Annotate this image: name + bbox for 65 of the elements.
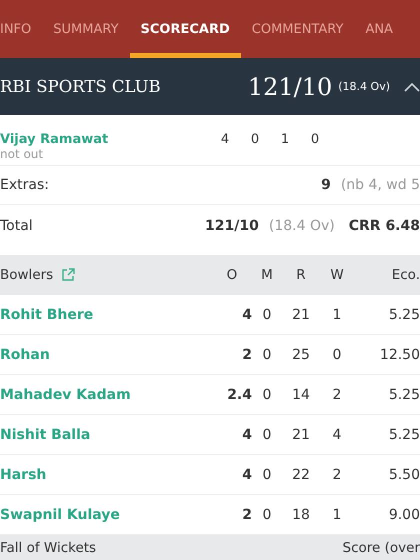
bowler-stat: 4 [241, 466, 252, 482]
bowler-name[interactable]: Rohan [0, 346, 212, 362]
bowler-name[interactable]: Harsh [0, 466, 212, 482]
column-header: Eco. [390, 267, 420, 283]
bowler-stat: 2 [332, 466, 342, 482]
bowler-stat: 0 [262, 466, 272, 482]
bowler-stat: 0 [262, 426, 272, 442]
total-overs: (18.4 Ov) [268, 218, 335, 234]
bowler-stat: 5.50 [388, 466, 420, 482]
bowler-name[interactable]: Nishit Balla [0, 426, 212, 442]
tab[interactable]: SUMMARY [42, 0, 130, 58]
batsman-stat: 1 [280, 132, 290, 147]
bowler-stat: 4 [332, 426, 342, 442]
bowler-stat: 4 [241, 426, 252, 442]
bowler-stat: 21 [291, 306, 311, 322]
total-label: Total [0, 218, 34, 234]
extras-label: Extras: [0, 177, 50, 193]
tab[interactable]: INFO [0, 0, 42, 58]
bowler-name[interactable]: Mahadev Kadam [0, 386, 212, 402]
bowler-stat: 1 [332, 506, 342, 522]
batsman-stat: 4 [220, 132, 230, 147]
batsman-stat: 0 [310, 132, 320, 147]
column-header: O [226, 267, 238, 283]
bowler-name[interactable]: Swapnil Kulaye [0, 506, 212, 522]
column-header: Score (over [342, 540, 420, 556]
bowlers-title: Bowlers [0, 267, 54, 283]
bowler-name[interactable]: Rohit Bhere [0, 306, 212, 322]
column-header: M [260, 267, 274, 283]
bowler-stat: 0 [262, 346, 272, 362]
run-rate: CRR 6.48 [348, 218, 420, 234]
bowler-stat: 22 [291, 466, 311, 482]
bowler-stat: 1 [332, 306, 342, 322]
bowler-stat: 5.25 [388, 306, 420, 322]
bowler-stat: 0 [332, 346, 342, 362]
bowler-stat: 25 [291, 346, 311, 362]
batsman-stat: 0 [250, 132, 260, 147]
bowler-stat: 2 [241, 346, 252, 362]
collapse-caret-icon[interactable] [404, 82, 420, 92]
bowler-stat: 12.50 [378, 346, 420, 362]
bowler-stat: 21 [291, 426, 311, 442]
bowler-stat: 9.00 [388, 506, 420, 522]
dismissal-status: not out [0, 147, 44, 161]
bowler-stat: 2.4 [226, 386, 252, 402]
fall-of-wickets-title: Fall of Wickets [0, 540, 96, 556]
bowler-stat: 14 [291, 386, 311, 402]
tab[interactable]: ANA [354, 0, 404, 58]
team-name: RBI SPORTS CLUB [0, 77, 162, 96]
column-header: W [329, 267, 345, 283]
bowler-stat: 4 [241, 306, 252, 322]
batsman-name[interactable]: Vijay Ramawat [0, 132, 210, 147]
extras-detail: (nb 4, wd 5 [340, 177, 420, 193]
bowler-stat: 0 [262, 306, 272, 322]
bowler-stat: 5.25 [388, 426, 420, 442]
bowler-stat: 0 [262, 506, 272, 522]
bowler-stat: 2 [332, 386, 342, 402]
bowler-stat: 2 [241, 506, 252, 522]
extras-value: 9 [321, 177, 331, 193]
innings-score: 121/10 [248, 72, 332, 100]
total-score: 121/10 [205, 218, 259, 234]
bowler-stat: 5.25 [388, 386, 420, 402]
bowler-stat: 0 [262, 386, 272, 402]
column-header: R [295, 267, 307, 283]
tab[interactable]: COMMENTARY [240, 0, 354, 58]
bowler-stat: 18 [291, 506, 311, 522]
innings-overs: (18.4 Ov) [338, 80, 390, 93]
